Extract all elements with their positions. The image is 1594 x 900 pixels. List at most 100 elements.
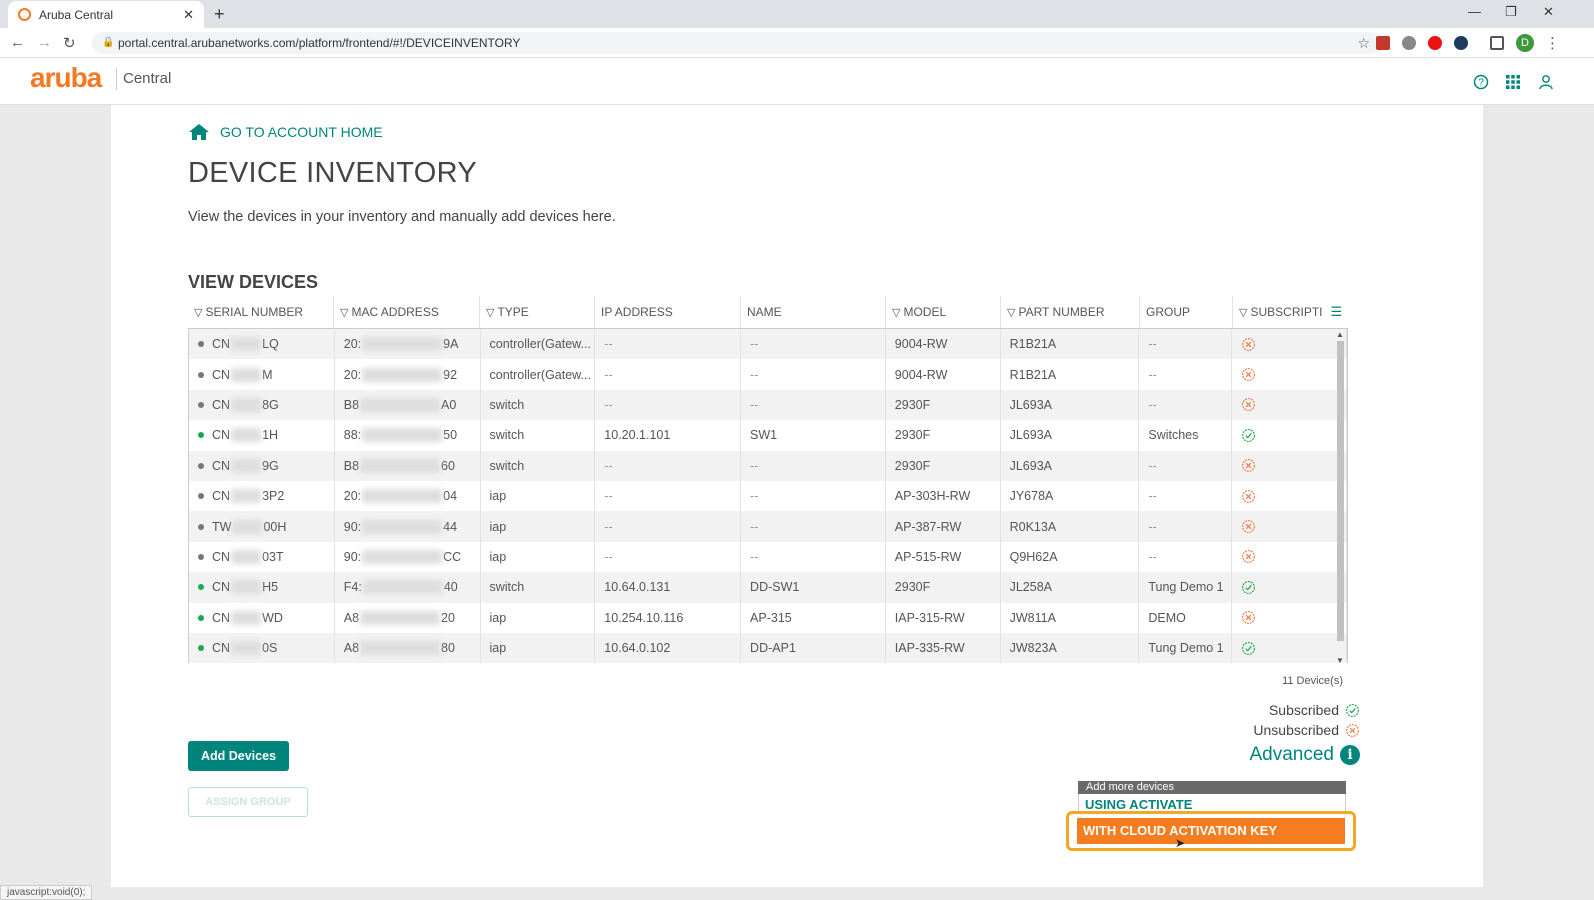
info-icon[interactable]: i bbox=[1340, 745, 1360, 765]
column-header[interactable]: ▽ MAC ADDRESS bbox=[334, 296, 480, 328]
add-devices-button[interactable]: Add Devices bbox=[188, 741, 289, 771]
dropdown-header: Add more devices bbox=[1078, 781, 1346, 794]
extension-icon[interactable] bbox=[1402, 36, 1416, 50]
unsubscribed-icon bbox=[1241, 397, 1256, 412]
column-header-label: PART NUMBER bbox=[1018, 305, 1105, 319]
mac-address-cell: 88: 50 bbox=[335, 420, 481, 451]
subscription-cell bbox=[1232, 572, 1347, 603]
address-bar[interactable]: 🔒 portal.central.arubanetworks.com/platf… bbox=[92, 32, 1382, 54]
filter-icon[interactable]: ▽ bbox=[1239, 306, 1247, 319]
table-row[interactable]: CN LQ 20: 9A controller(Gatew... -- -- 9004-RW R… bbox=[189, 329, 1347, 360]
mac-address-cell: B8 A0 bbox=[335, 389, 481, 421]
legend-unsubscribed-label: Unsubscribed bbox=[1253, 722, 1339, 738]
table-row[interactable]: TW 00H 90: 44 iap -- -- AP-387-RW R0K13A -- bbox=[189, 511, 1347, 542]
user-icon[interactable] bbox=[1538, 74, 1554, 95]
model-cell: 9004-RW bbox=[886, 329, 1001, 360]
table-scrollbar[interactable]: ▲ ▼ bbox=[1336, 330, 1345, 665]
part-number-cell: R1B21A bbox=[1001, 359, 1140, 390]
opera-extension-icon[interactable] bbox=[1428, 36, 1442, 50]
column-header[interactable]: ▽ PART NUMBER bbox=[1001, 296, 1140, 328]
filter-icon[interactable]: ▽ bbox=[1007, 306, 1015, 319]
browser-menu-icon[interactable]: ⋮ bbox=[1545, 34, 1560, 52]
profile-avatar[interactable]: D bbox=[1516, 34, 1534, 52]
serial-number-cell: CN 0S bbox=[189, 632, 335, 664]
restore-icon[interactable]: ❐ bbox=[1505, 4, 1517, 20]
minimize-icon[interactable]: — bbox=[1468, 4, 1481, 19]
apps-grid-icon[interactable] bbox=[1505, 74, 1521, 95]
redacted-blur bbox=[231, 580, 262, 595]
filter-icon[interactable]: ▽ bbox=[486, 306, 494, 319]
back-icon[interactable]: ← bbox=[10, 34, 25, 51]
serial-prefix: CN bbox=[212, 610, 231, 625]
type-cell: iap bbox=[481, 602, 596, 633]
serial-number-cell: CN 03T bbox=[189, 541, 335, 573]
aruba-logo: aruba bbox=[30, 62, 102, 93]
table-row[interactable]: CN M 20: 92 controller(Gatew... -- -- 9004-RW R1… bbox=[189, 359, 1347, 390]
main-panel: GO TO ACCOUNT HOME DEVICE INVENTORY View… bbox=[111, 105, 1483, 887]
close-tab-icon[interactable]: ✕ bbox=[183, 7, 194, 23]
status-dot-icon bbox=[198, 401, 204, 408]
browser-tab-bar: Aruba Central ✕ + — ❐ ✕ bbox=[0, 0, 1594, 28]
mac-address-cell: 20: 04 bbox=[335, 480, 481, 512]
filter-icon[interactable]: ▽ bbox=[892, 306, 900, 319]
column-header[interactable]: ▽ SUBSCRIPTI ☰ bbox=[1233, 296, 1348, 328]
reload-icon[interactable]: ↻ bbox=[63, 34, 76, 52]
column-header[interactable]: ▽ TYPE bbox=[480, 296, 595, 328]
column-menu-icon[interactable]: ☰ bbox=[1330, 304, 1342, 320]
product-name: Central bbox=[123, 70, 172, 87]
table-row[interactable]: CN WD A8 20 iap 10.254.10.116 AP-315 IAP-315-RW… bbox=[189, 602, 1347, 633]
cloud-activation-key-option[interactable]: WITH CLOUD ACTIVATION KEY bbox=[1077, 818, 1345, 844]
go-to-account-home-link[interactable]: GO TO ACCOUNT HOME bbox=[188, 123, 383, 141]
table-row[interactable]: CN 3P2 20: 04 iap -- -- AP-303H-RW JY678A -- bbox=[189, 480, 1347, 512]
assign-group-button[interactable]: ASSIGN GROUP bbox=[188, 787, 308, 817]
advanced-label: Advanced bbox=[1249, 744, 1334, 765]
bookmark-star-icon[interactable]: ☆ bbox=[1357, 32, 1370, 54]
legend-unsubscribed: Unsubscribed bbox=[1253, 722, 1360, 738]
mac-prefix: A8 bbox=[343, 610, 360, 625]
table-row[interactable]: CN H5 F4: 40 switch 10.64.0.131 DD-SW1 2930F JL2… bbox=[189, 572, 1347, 603]
redacted-blur bbox=[231, 428, 262, 443]
model-cell: IAP-335-RW bbox=[886, 632, 1001, 664]
status-dot-icon bbox=[198, 493, 204, 500]
cast-icon[interactable] bbox=[1490, 36, 1504, 50]
forward-icon[interactable]: → bbox=[37, 34, 52, 51]
column-header[interactable]: IP ADDRESS bbox=[595, 296, 741, 328]
browser-toolbar: ← → ↻ 🔒 portal.central.arubanetworks.com… bbox=[0, 28, 1594, 58]
table-row[interactable]: CN 03T 90: CC iap -- -- AP-515-RW Q9H62A -- bbox=[189, 541, 1347, 573]
pdf-extension-icon[interactable] bbox=[1376, 36, 1390, 50]
group-cell: -- bbox=[1139, 541, 1233, 573]
new-tab-icon[interactable]: + bbox=[214, 4, 225, 25]
status-dot-icon bbox=[198, 584, 204, 591]
column-header[interactable]: GROUP bbox=[1140, 296, 1233, 328]
filter-icon[interactable]: ▽ bbox=[340, 306, 348, 319]
scroll-down-icon[interactable]: ▼ bbox=[1336, 656, 1344, 665]
redacted-blur bbox=[231, 397, 262, 412]
ip-address-cell: -- bbox=[595, 329, 742, 360]
help-icon[interactable]: ? bbox=[1473, 74, 1489, 95]
column-header[interactable]: NAME bbox=[741, 296, 886, 328]
extension-icon-2[interactable] bbox=[1454, 36, 1468, 50]
column-header-label: NAME bbox=[747, 305, 782, 319]
table-row[interactable]: CN 1H 88: 50 switch 10.20.1.101 SW1 2930F JL693A… bbox=[189, 420, 1347, 451]
column-header-label: TYPE bbox=[497, 305, 529, 319]
redacted-blur bbox=[362, 367, 443, 382]
table-row[interactable]: CN 8G B8 A0 switch -- -- 2930F JL693A -- bbox=[189, 389, 1347, 421]
browser-tab[interactable]: Aruba Central ✕ bbox=[8, 1, 204, 28]
advanced-menu-toggle[interactable]: Advanced i bbox=[1249, 744, 1360, 766]
filter-icon[interactable]: ▽ bbox=[194, 306, 202, 319]
column-header[interactable]: ▽ SERIAL NUMBER bbox=[188, 296, 334, 328]
mac-prefix: 20: bbox=[343, 337, 362, 352]
serial-prefix: CN bbox=[212, 428, 231, 443]
column-header-label: GROUP bbox=[1146, 305, 1191, 319]
table-row[interactable]: CN 9G B8 60 switch -- -- 2930F JL693A -- bbox=[189, 450, 1347, 481]
column-header[interactable]: ▽ MODEL bbox=[886, 296, 1001, 328]
serial-number-cell: CN WD bbox=[189, 602, 335, 633]
mac-prefix: F4: bbox=[343, 580, 362, 595]
app-header: aruba Central ? bbox=[0, 58, 1594, 105]
scrollbar-thumb[interactable] bbox=[1337, 341, 1344, 641]
unsubscribed-icon bbox=[1346, 723, 1359, 737]
table-row[interactable]: CN 0S A8 80 iap 10.64.0.102 DD-AP1 IAP-335-RW JW… bbox=[189, 632, 1347, 664]
scroll-up-icon[interactable]: ▲ bbox=[1336, 330, 1344, 339]
window-close-icon[interactable]: ✕ bbox=[1543, 4, 1554, 20]
mac-address-cell: 20: 92 bbox=[335, 359, 481, 390]
